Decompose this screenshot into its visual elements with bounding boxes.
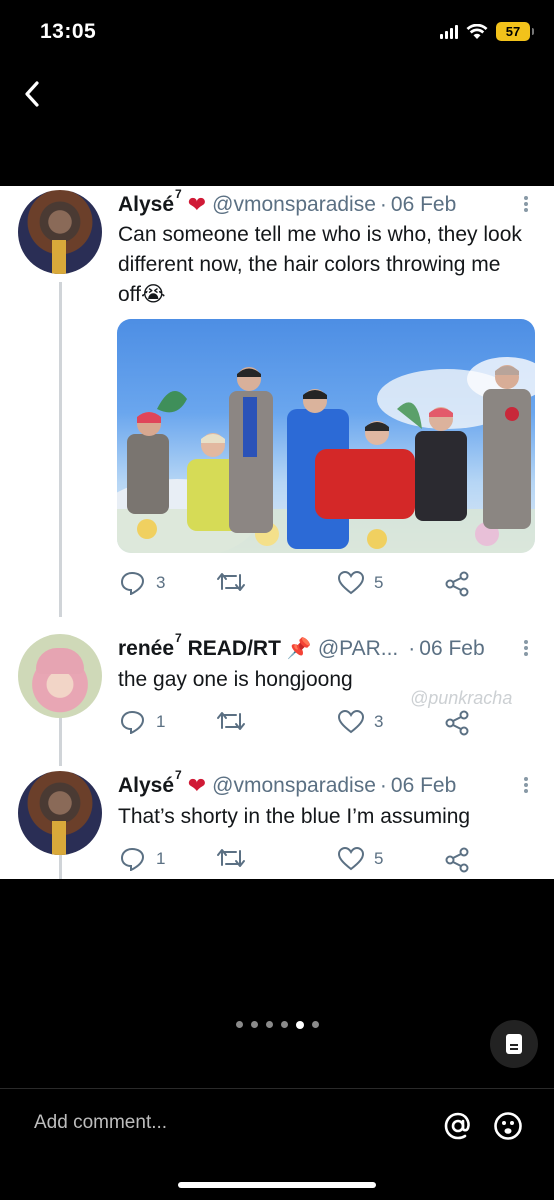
page-dot: [265, 1021, 273, 1028]
tweet-text: Can someone tell me who is who, they loo…: [118, 223, 522, 306]
thread-line: [59, 282, 62, 617]
reply-count: 1: [156, 849, 166, 868]
more-icon[interactable]: [524, 777, 528, 793]
chevron-left-icon: [25, 81, 39, 107]
handle: @PAR...: [317, 636, 399, 660]
share-icon: [445, 571, 469, 597]
retweet-button[interactable]: [216, 847, 246, 869]
like-icon: [338, 847, 364, 871]
more-icon[interactable]: [524, 196, 528, 212]
tweet-header: renée7 READ/RT 📌 @PAR... · 06 Feb: [118, 630, 485, 661]
date: 06 Feb: [390, 193, 457, 216]
emoji-icon: [494, 1112, 522, 1140]
date: 06 Feb: [419, 636, 485, 660]
battery-indicator: 57: [496, 22, 534, 41]
page-dot-active: [295, 1021, 304, 1029]
like-icon: [338, 710, 364, 734]
reply-button[interactable]: 3: [120, 571, 165, 595]
reply-button[interactable]: 1: [120, 710, 165, 734]
like-button[interactable]: 5: [338, 571, 383, 595]
reply-count: 1: [156, 712, 166, 731]
back-button[interactable]: [14, 74, 50, 114]
tweet-header: Alysé7 ❤ @vmonsparadise · 06 Feb: [118, 187, 457, 218]
share-icon: [445, 710, 469, 736]
display-name: Alysé7: [118, 187, 182, 216]
retweet-button[interactable]: [216, 571, 246, 593]
page-dot: [235, 1021, 243, 1028]
reply-icon: [120, 571, 145, 595]
reply-button[interactable]: 1: [120, 847, 165, 871]
tweet-actions: 3 5: [118, 571, 478, 599]
watermark: @punkracha: [410, 688, 513, 708]
thread-line: [59, 854, 62, 879]
status-icons: 57: [440, 22, 534, 41]
separator: ·: [379, 193, 387, 216]
page-indicator: [0, 1021, 554, 1029]
caption-button[interactable]: [490, 1020, 538, 1068]
reply-count: 3: [156, 573, 166, 592]
like-icon: [338, 571, 364, 595]
date: 06 Feb: [390, 774, 457, 797]
page-dot: [250, 1021, 258, 1028]
handle: @vmonsparadise: [212, 193, 376, 216]
status-bar: 13:05 57: [0, 0, 554, 66]
home-indicator[interactable]: [178, 1182, 376, 1188]
avatar: [18, 190, 102, 274]
document-icon: [506, 1034, 522, 1054]
avatar: [18, 771, 102, 855]
heart-icon: ❤: [187, 773, 207, 798]
retweet-button[interactable]: [216, 710, 246, 732]
share-icon: [445, 847, 469, 873]
avatar: [18, 634, 102, 718]
tweet-actions: 1 5: [118, 847, 478, 875]
reply-icon: [120, 710, 145, 734]
display-name: Alysé7: [118, 768, 182, 797]
comment-input[interactable]: [34, 1112, 414, 1134]
pin-icon: 📌: [286, 638, 312, 660]
signal-icon: [440, 24, 458, 39]
status-time: 13:05: [40, 20, 97, 43]
share-button[interactable]: [444, 571, 470, 597]
mention-button[interactable]: [438, 1106, 478, 1146]
emoji-button[interactable]: [488, 1106, 528, 1146]
like-button[interactable]: 3: [338, 710, 383, 734]
tweet-screenshot[interactable]: Alysé7 ❤ @vmonsparadise · 06 Feb Can som…: [0, 186, 554, 879]
tweet-actions: 1 3: [118, 710, 478, 738]
page-dot: [311, 1021, 319, 1028]
page-dot: [280, 1021, 288, 1028]
tweet-image[interactable]: [117, 319, 535, 553]
wifi-icon: [466, 23, 488, 39]
share-button[interactable]: [444, 847, 470, 873]
like-count: 5: [374, 849, 384, 868]
tweet-header: Alysé7 ❤ @vmonsparadise · 06 Feb: [118, 768, 457, 799]
more-icon[interactable]: [524, 640, 528, 656]
thread-line: [59, 716, 62, 766]
heart-icon: ❤: [187, 192, 207, 217]
tweet-text: That’s shorty in the blue I’m assuming: [118, 805, 471, 828]
like-button[interactable]: 5: [338, 847, 383, 871]
divider: [0, 1088, 554, 1089]
group-photo: [117, 357, 535, 553]
separator: ·: [408, 636, 416, 660]
retweet-icon: [217, 849, 245, 867]
like-count: 3: [374, 712, 384, 731]
at-icon: [444, 1112, 470, 1140]
retweet-icon: [217, 573, 245, 591]
reply-icon: [120, 847, 145, 871]
retweet-icon: [217, 712, 245, 730]
share-button[interactable]: [444, 710, 470, 736]
handle: @vmonsparadise: [212, 774, 376, 797]
display-name: renée7 READ/RT: [118, 630, 281, 660]
like-count: 5: [374, 573, 384, 592]
separator: ·: [379, 774, 387, 797]
